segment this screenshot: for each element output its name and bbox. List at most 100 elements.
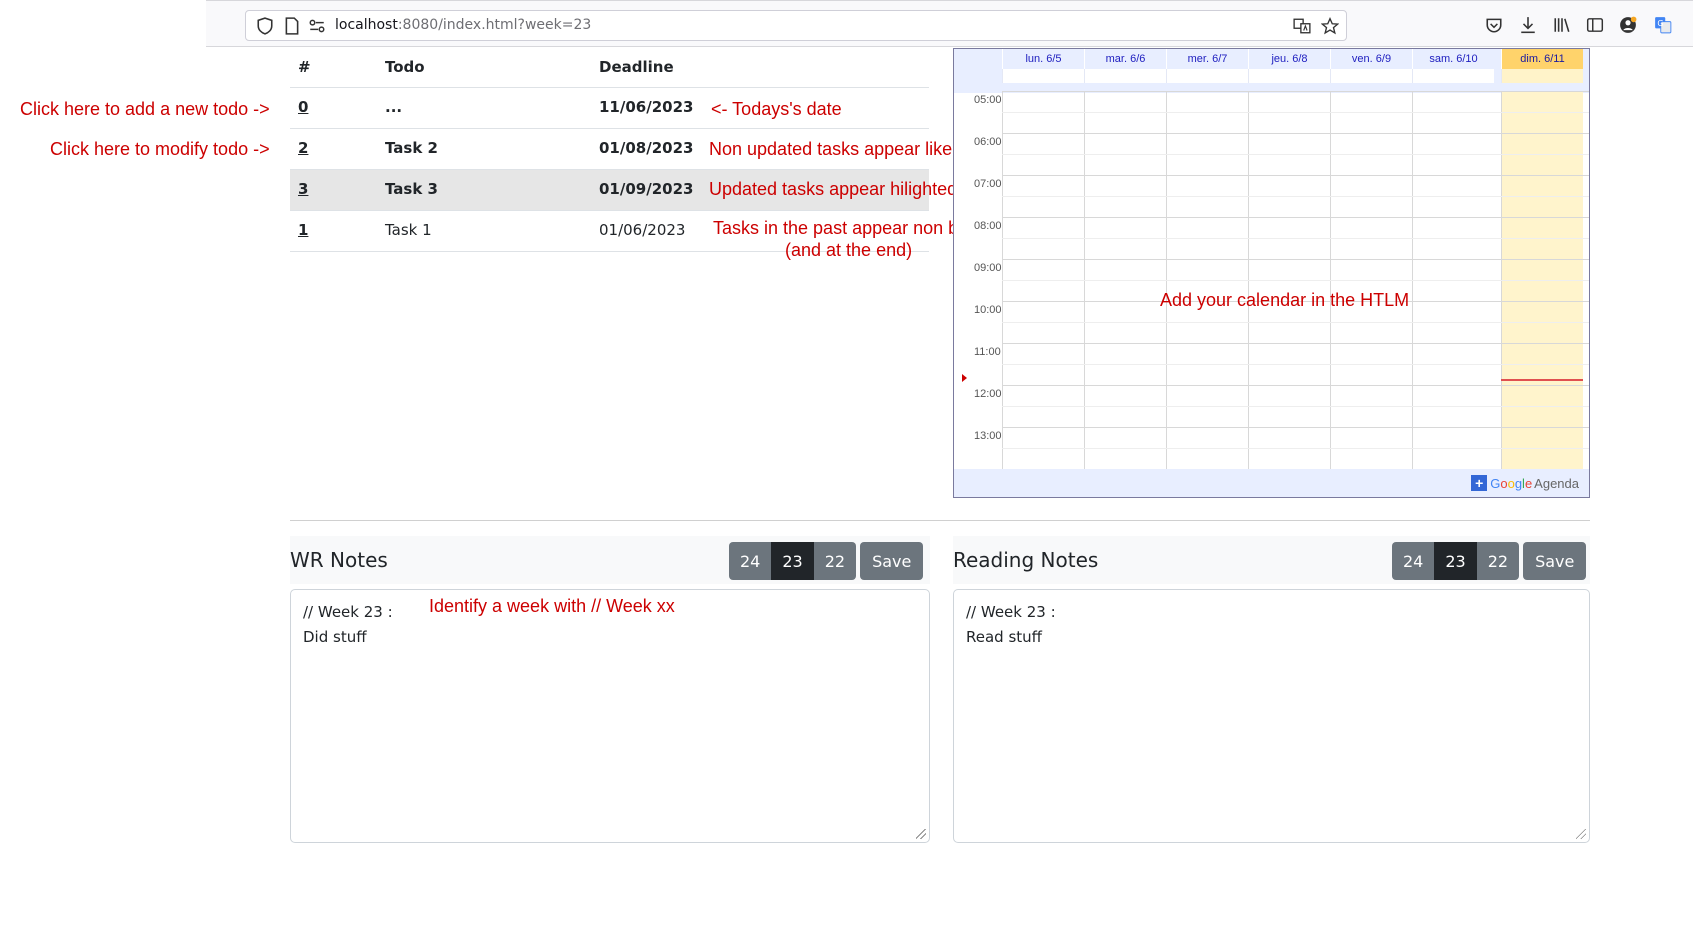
column-header-deadline: Deadline (599, 58, 674, 76)
reading-notes-header: Reading Notes 24 23 22 Save (953, 536, 1590, 584)
calendar-day-thu[interactable]: jeu. 6/8 (1248, 49, 1330, 69)
allday-cell[interactable] (1166, 69, 1248, 83)
calendar-widget[interactable]: lun. 6/5 mar. 6/6 mer. 6/7 jeu. 6/8 ven.… (953, 48, 1590, 498)
annotation-non-updated: Non updated tasks appear like this (709, 139, 986, 159)
annotation-past-line1: Tasks in the past appear non bold (713, 218, 983, 238)
calendar-day-sat[interactable]: sam. 6/10 (1412, 49, 1494, 69)
hour-line (1002, 343, 1589, 344)
google-logo-letter: e (1524, 475, 1533, 491)
google-logo-letter: o (1500, 475, 1508, 491)
calendar-day-sun-today[interactable]: dim. 6/11 (1501, 49, 1583, 69)
allday-cell[interactable] (1248, 69, 1330, 83)
account-icon[interactable] (1617, 14, 1639, 36)
wr-save-button[interactable]: Save (860, 542, 924, 580)
reading-notes-title: Reading Notes (953, 548, 1099, 572)
shield-icon[interactable] (254, 15, 276, 37)
todo-deadline: 01/08/2023 (599, 139, 694, 157)
todo-name: ... (385, 98, 403, 116)
half-hour-line (1002, 154, 1589, 155)
time-label: 06:00 (974, 136, 1002, 148)
url-host: localhost (335, 17, 398, 33)
week-22-button[interactable]: 22 (813, 542, 857, 580)
column-header-todo: Todo (385, 58, 425, 76)
allday-cell[interactable] (1412, 69, 1494, 83)
plus-icon[interactable]: + (1471, 475, 1488, 491)
google-logo-letter: G (1490, 475, 1501, 491)
svg-text:G: G (1657, 19, 1663, 28)
allday-cell-today[interactable] (1501, 69, 1583, 83)
time-label: 13:00 (974, 430, 1002, 442)
hour-line (1002, 133, 1589, 134)
translate-extension-icon[interactable]: G (1652, 14, 1674, 36)
annotation-week-marker: Identify a week with // Week xx (429, 596, 675, 616)
hour-line (1002, 175, 1589, 176)
allday-cell[interactable] (1330, 69, 1412, 83)
annotation-updated: Updated tasks appear hilighted (709, 179, 958, 199)
allday-cell[interactable] (1084, 69, 1166, 83)
time-label: 08:00 (974, 220, 1002, 232)
calendar-day-wed[interactable]: mer. 6/7 (1166, 49, 1248, 69)
calendar-grid[interactable]: 05:00 06:00 07:00 08:00 09:00 10:00 11:0… (962, 91, 1589, 469)
annotation-todays-date: <- Todays's date (711, 99, 842, 119)
allday-cell[interactable] (1002, 69, 1084, 83)
resize-grip-icon[interactable] (1576, 829, 1586, 839)
half-hour-line (1002, 280, 1589, 281)
download-icon[interactable] (1517, 14, 1539, 36)
todo-id-link[interactable]: 2 (298, 139, 308, 157)
page-icon[interactable] (281, 15, 303, 37)
annotation-modify-todo: Click here to modify todo -> (50, 139, 270, 159)
half-hour-line (1002, 406, 1589, 407)
todo-deadline: 11/06/2023 (599, 98, 694, 116)
wr-notes-textarea[interactable]: // Week 23 : Did stuff (290, 589, 930, 843)
half-hour-line (1002, 238, 1589, 239)
todo-name: Task 1 (385, 221, 432, 239)
week-23-button[interactable]: 23 (771, 542, 814, 580)
hour-line (1002, 91, 1589, 92)
current-time-marker-icon (962, 374, 967, 382)
week-24-button[interactable]: 24 (729, 542, 772, 580)
resize-grip-icon[interactable] (916, 829, 926, 839)
week-24-button[interactable]: 24 (1392, 542, 1435, 580)
reading-save-button[interactable]: Save (1523, 542, 1587, 580)
permissions-icon[interactable] (306, 15, 328, 37)
week-23-button[interactable]: 23 (1434, 542, 1477, 580)
half-hour-line (1002, 448, 1589, 449)
hour-line (1002, 427, 1589, 428)
todo-id-link[interactable]: 1 (298, 221, 308, 239)
calendar-day-tue[interactable]: mar. 6/6 (1084, 49, 1166, 69)
bookmark-star-icon[interactable] (1319, 15, 1341, 37)
half-hour-line (1002, 196, 1589, 197)
todo-id-link[interactable]: 3 (298, 180, 308, 198)
time-label: 11:00 (974, 346, 1001, 358)
translate-icon[interactable] (1291, 15, 1313, 37)
half-hour-line (1002, 322, 1589, 323)
section-divider (290, 520, 1590, 521)
reading-notes-textarea[interactable]: // Week 23 : Read stuff (953, 589, 1590, 843)
time-label: 10:00 (974, 304, 1002, 316)
todo-name: Task 3 (385, 180, 438, 198)
wr-week-buttons: 24 23 22 Save (729, 542, 924, 580)
week-22-button[interactable]: 22 (1476, 542, 1520, 580)
pocket-icon[interactable] (1483, 14, 1505, 36)
current-time-line (1501, 379, 1583, 381)
calendar-day-fri[interactable]: ven. 6/9 (1330, 49, 1412, 69)
agenda-label: Agenda (1534, 475, 1579, 491)
hour-line (1002, 217, 1589, 218)
hour-line (1002, 259, 1589, 260)
google-agenda-link[interactable]: + Google Agenda (1471, 475, 1579, 491)
calendar-header: lun. 6/5 mar. 6/6 mer. 6/7 jeu. 6/8 ven.… (954, 49, 1589, 93)
url-text[interactable]: localhost:8080/index.html?week=23 (335, 17, 591, 33)
todo-id-link[interactable]: 0 (298, 98, 308, 116)
calendar-day-mon[interactable]: lun. 6/5 (1002, 49, 1084, 69)
google-logo-letter: o (1507, 475, 1515, 491)
hour-line (1002, 385, 1589, 386)
library-icon[interactable] (1551, 14, 1573, 36)
google-logo-letter: g (1514, 475, 1523, 491)
url-bar[interactable]: localhost:8080/index.html?week=23 (245, 10, 1347, 41)
sidebar-icon[interactable] (1584, 14, 1606, 36)
todo-name: Task 2 (385, 139, 438, 157)
time-label: 12:00 (974, 388, 1002, 400)
time-label: 05:00 (974, 94, 1002, 106)
todo-deadline: 01/06/2023 (599, 221, 686, 239)
wr-notes-header: WR Notes 24 23 22 Save (290, 536, 930, 584)
